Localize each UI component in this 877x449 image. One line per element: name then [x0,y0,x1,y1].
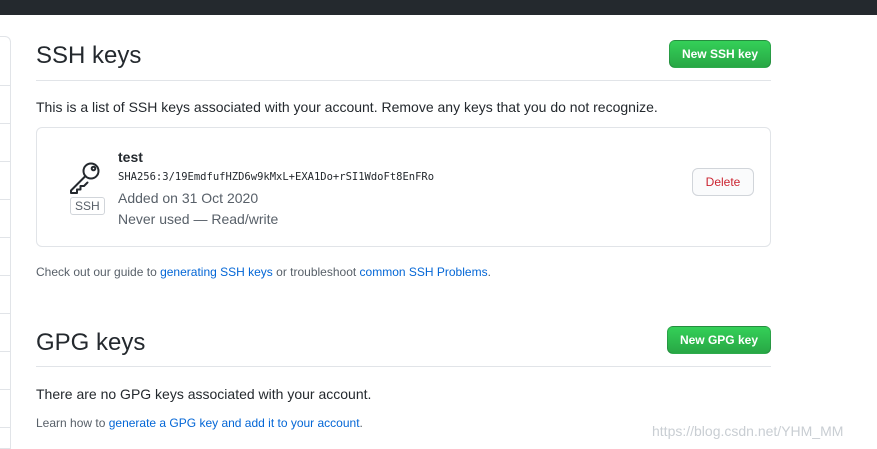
sidebar-item[interactable] [0,199,10,200]
ssh-key-fingerprint: SHA256:3/19EmdfufHZD6w9kMxL+EXA1Do+rSI1W… [118,171,435,183]
sidebar-item[interactable] [0,275,10,276]
ssh-key-added-date: Added on 31 Oct 2020 [118,190,259,206]
gpg-keys-header: GPG keys New GPG key [36,322,771,367]
ssh-keys-intro: This is a list of SSH keys associated wi… [36,99,658,115]
sidebar-item[interactable] [0,123,10,124]
gpg-learn-note: Learn how to generate a GPG key and add … [36,416,363,430]
sidebar-item[interactable] [0,427,10,428]
settings-sidebar-nav [0,36,11,449]
ssh-guide-note: Check out our guide to generating SSH ke… [36,265,491,279]
ssh-key-title: test [118,149,143,165]
key-icon [70,162,100,194]
ssh-guide-suffix: . [487,265,491,279]
sidebar-item[interactable] [0,161,10,162]
generate-gpg-key-link[interactable]: generate a GPG key and add it to your ac… [109,416,360,430]
ssh-keys-header: SSH keys New SSH key [36,36,771,81]
generating-ssh-keys-link[interactable]: generating SSH keys [160,265,273,279]
watermark-text: https://blog.csdn.net/YHM_MM [652,423,844,439]
ssh-guide-middle: or troubleshoot [272,265,360,279]
ssh-key-list-item: SSH test SHA256:3/19EmdfufHZD6w9kMxL+EXA… [36,127,771,247]
new-gpg-key-button[interactable]: New GPG key [666,326,771,354]
common-ssh-problems-link[interactable]: common SSH Problems [360,265,488,279]
delete-ssh-key-button[interactable]: Delete [692,168,754,196]
sidebar-item[interactable] [0,389,10,390]
gpg-empty-text: There are no GPG keys associated with yo… [36,386,372,402]
sidebar-item[interactable] [0,313,10,314]
gpg-learn-suffix: . [359,416,363,430]
ssh-key-type-label: SSH [70,197,105,215]
ssh-guide-prefix: Check out our guide to [36,265,161,279]
gpg-keys-title: GPG keys [36,329,146,356]
ssh-keys-title: SSH keys [36,42,142,69]
sidebar-item[interactable] [0,85,10,86]
sidebar-item[interactable] [0,237,10,238]
top-header-bar [0,0,877,15]
ssh-key-usage: Never used — Read/write [118,211,279,227]
new-ssh-key-button[interactable]: New SSH key [668,40,771,68]
gpg-learn-prefix: Learn how to [36,416,109,430]
sidebar-item[interactable] [0,351,10,352]
